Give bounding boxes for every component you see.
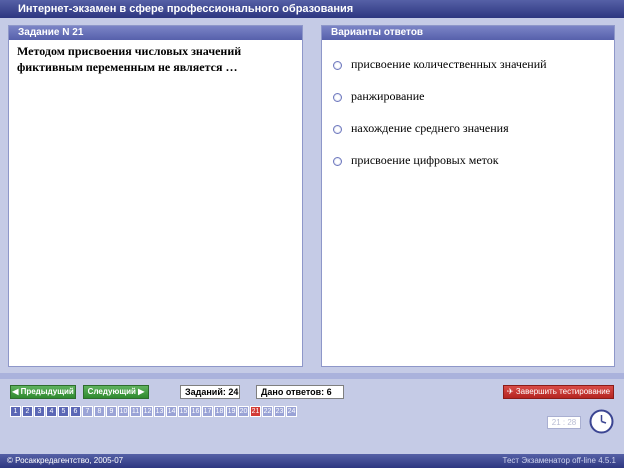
prev-button[interactable]: ◀ Предыдущий — [10, 385, 76, 399]
question-number-18[interactable]: 18 — [214, 406, 225, 417]
divider — [0, 373, 624, 379]
question-text-tail: … — [222, 60, 238, 74]
question-number-7[interactable]: 7 — [82, 406, 93, 417]
question-panel: Задание N 21 Методом присвоения числовых… — [8, 25, 303, 367]
question-number-22[interactable]: 22 — [262, 406, 273, 417]
question-number-13[interactable]: 13 — [154, 406, 165, 417]
arrow-right-icon: ▶ — [138, 387, 145, 396]
arrow-left-icon: ◀ — [12, 387, 19, 396]
copyright-text: © Росаккредагентство, 2005-07 — [7, 456, 124, 465]
question-number-5[interactable]: 5 — [58, 406, 69, 417]
answers-panel: Варианты ответов присвоение количественн… — [321, 25, 615, 367]
radio-button-1[interactable] — [333, 60, 342, 70]
answer-option-label: нахождение среднего значения — [351, 121, 509, 135]
finish-test-button[interactable]: ✈ Завершить тестирование — [503, 385, 614, 399]
window-title: Интернет-экзамен в сфере профессионально… — [0, 0, 624, 18]
question-number-16[interactable]: 16 — [190, 406, 201, 417]
question-number-8[interactable]: 8 — [94, 406, 105, 417]
answered-count: Дано ответов: 6 — [256, 385, 344, 399]
answer-option-4[interactable]: присвоение цифровых меток — [333, 153, 499, 168]
question-text: Методом присвоения числовых значений фик… — [9, 40, 302, 75]
answer-option-1[interactable]: присвоение количественных значений — [333, 57, 547, 72]
question-number-21[interactable]: 21 — [250, 406, 261, 417]
answer-option-label: присвоение цифровых меток — [351, 153, 499, 167]
prev-button-label: Предыдущий — [20, 387, 74, 396]
question-number-9[interactable]: 9 — [106, 406, 117, 417]
question-number-15[interactable]: 15 — [178, 406, 189, 417]
question-header: Задание N 21 — [9, 26, 302, 40]
radio-button-2[interactable] — [333, 92, 342, 102]
answer-option-2[interactable]: ранжирование — [333, 89, 424, 104]
finish-test-label: Завершить тестирование — [515, 387, 611, 396]
question-number-10[interactable]: 10 — [118, 406, 129, 417]
clock-icon — [589, 409, 614, 434]
question-number-24[interactable]: 24 — [286, 406, 297, 417]
tasks-count: Заданий: 24 — [180, 385, 240, 399]
question-number-6[interactable]: 6 — [70, 406, 81, 417]
question-number-11[interactable]: 11 — [130, 406, 141, 417]
version-text: Тест Экзаменатор off-line 4.5.1 — [502, 456, 616, 465]
question-number-12[interactable]: 12 — [142, 406, 153, 417]
question-number-20[interactable]: 20 — [238, 406, 249, 417]
runner-icon: ✈ — [506, 387, 514, 396]
status-bar: © Росаккредагентство, 2005-07 Тест Экзам… — [0, 454, 624, 468]
radio-button-3[interactable] — [333, 124, 342, 134]
question-text-emph: не является — [158, 60, 223, 74]
question-number-14[interactable]: 14 — [166, 406, 177, 417]
timer-display: 21 : 28 — [547, 416, 581, 429]
answer-option-label: присвоение количественных значений — [351, 57, 547, 71]
question-number-17[interactable]: 17 — [202, 406, 213, 417]
question-number-23[interactable]: 23 — [274, 406, 285, 417]
question-number-4[interactable]: 4 — [46, 406, 57, 417]
question-number-3[interactable]: 3 — [34, 406, 45, 417]
answers-header: Варианты ответов — [322, 26, 614, 40]
next-button[interactable]: Следующий ▶ — [83, 385, 149, 399]
next-button-label: Следующий — [87, 387, 136, 396]
question-number-1[interactable]: 1 — [10, 406, 21, 417]
question-number-2[interactable]: 2 — [22, 406, 33, 417]
answer-option-label: ранжирование — [351, 89, 425, 103]
question-number-19[interactable]: 19 — [226, 406, 237, 417]
radio-button-4[interactable] — [333, 156, 342, 166]
answer-option-3[interactable]: нахождение среднего значения — [333, 121, 509, 136]
